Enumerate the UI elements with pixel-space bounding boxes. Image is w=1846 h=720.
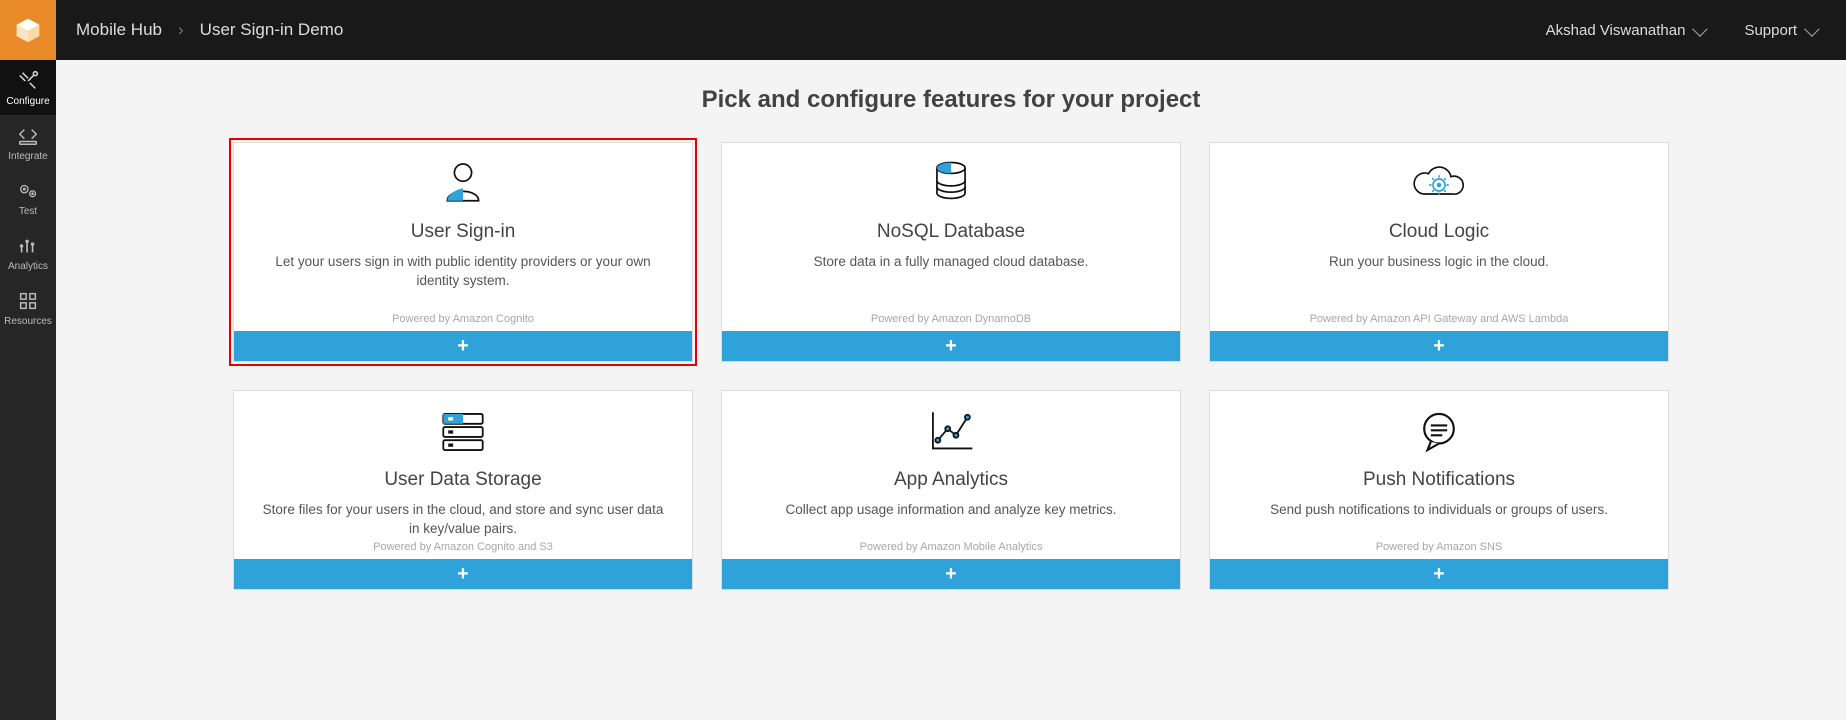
grid-icon — [17, 290, 39, 312]
card-powered-by: Powered by Amazon DynamoDB — [871, 313, 1031, 325]
plus-icon: + — [945, 336, 957, 356]
card-powered-by: Powered by Amazon SNS — [1376, 541, 1503, 553]
chart-icon — [924, 405, 978, 455]
card-add-button[interactable]: + — [1210, 331, 1668, 361]
breadcrumb: Mobile Hub › User Sign-in Demo — [76, 20, 1546, 40]
page-title: Pick and configure features for your pro… — [56, 86, 1846, 114]
card-add-button[interactable]: + — [1210, 559, 1668, 589]
code-icon — [17, 125, 39, 147]
card-description: Store files for your users in the cloud,… — [262, 501, 664, 539]
card-description: Run your business logic in the cloud. — [1329, 253, 1549, 272]
user-name: Akshad Viswanathan — [1546, 22, 1686, 39]
card-body: Cloud Logic Run your business logic in t… — [1210, 143, 1668, 331]
support-label: Support — [1744, 22, 1797, 39]
user-icon — [438, 157, 488, 207]
card-description: Store data in a fully managed cloud data… — [814, 253, 1089, 272]
card-add-button[interactable]: + — [722, 331, 1180, 361]
sidebar-item-label: Configure — [6, 96, 49, 107]
card-nosql-database[interactable]: NoSQL Database Store data in a fully man… — [721, 142, 1181, 362]
card-user-data-storage[interactable]: User Data Storage Store files for your u… — [233, 390, 693, 590]
card-title: Cloud Logic — [1389, 221, 1489, 243]
breadcrumb-separator: › — [178, 20, 184, 40]
card-body: User Data Storage Store files for your u… — [234, 391, 692, 559]
card-add-button[interactable]: + — [234, 559, 692, 589]
card-user-sign-in[interactable]: User Sign-in Let your users sign in with… — [233, 142, 693, 362]
tools-icon — [17, 70, 39, 92]
card-title: User Data Storage — [384, 469, 541, 491]
sidebar-item-analytics[interactable]: Analytics — [0, 225, 56, 280]
plus-icon: + — [1433, 564, 1445, 584]
card-powered-by: Powered by Amazon Mobile Analytics — [860, 541, 1043, 553]
chevron-down-icon — [1804, 21, 1820, 37]
card-powered-by: Powered by Amazon API Gateway and AWS La… — [1310, 313, 1569, 325]
card-title: App Analytics — [894, 469, 1008, 491]
database-icon — [926, 157, 976, 207]
card-powered-by: Powered by Amazon Cognito and S3 — [373, 541, 553, 553]
plus-icon: + — [457, 564, 469, 584]
card-powered-by: Powered by Amazon Cognito — [392, 313, 534, 325]
chevron-down-icon — [1693, 21, 1709, 37]
gears-icon — [17, 180, 39, 202]
storage-icon — [436, 405, 490, 455]
card-body: NoSQL Database Store data in a fully man… — [722, 143, 1180, 331]
cloud-gear-icon — [1409, 157, 1469, 207]
logo-box[interactable] — [0, 0, 56, 60]
support-menu[interactable]: Support — [1744, 22, 1816, 39]
card-app-analytics[interactable]: App Analytics Collect app usage informat… — [721, 390, 1181, 590]
sidebar-item-integrate[interactable]: Integrate — [0, 115, 56, 170]
sidebar-item-test[interactable]: Test — [0, 170, 56, 225]
card-add-button[interactable]: + — [234, 331, 692, 361]
sidebar-item-configure[interactable]: Configure — [0, 60, 56, 115]
card-description: Collect app usage information and analyz… — [786, 501, 1117, 520]
plus-icon: + — [457, 336, 469, 356]
plus-icon: + — [1433, 336, 1445, 356]
bars-icon — [17, 235, 39, 257]
card-body: Push Notifications Send push notificatio… — [1210, 391, 1668, 559]
sidebar-item-label: Analytics — [8, 261, 48, 272]
sidebar-item-resources[interactable]: Resources — [0, 280, 56, 335]
top-bar: Mobile Hub › User Sign-in Demo Akshad Vi… — [0, 0, 1846, 60]
chat-icon — [1412, 405, 1466, 455]
user-menu[interactable]: Akshad Viswanathan — [1546, 22, 1705, 39]
card-cloud-logic[interactable]: Cloud Logic Run your business logic in t… — [1209, 142, 1669, 362]
card-body: User Sign-in Let your users sign in with… — [234, 143, 692, 331]
card-title: User Sign-in — [411, 221, 516, 243]
card-add-button[interactable]: + — [722, 559, 1180, 589]
main-content: Pick and configure features for your pro… — [56, 60, 1846, 720]
sidebar: Configure Integrate Test — [0, 60, 56, 720]
card-title: NoSQL Database — [877, 221, 1025, 243]
sidebar-item-label: Integrate — [8, 151, 47, 162]
breadcrumb-root[interactable]: Mobile Hub — [76, 20, 162, 40]
top-right: Akshad Viswanathan Support — [1546, 22, 1816, 39]
sidebar-item-label: Test — [19, 206, 37, 217]
card-body: App Analytics Collect app usage informat… — [722, 391, 1180, 559]
plus-icon: + — [945, 564, 957, 584]
breadcrumb-current[interactable]: User Sign-in Demo — [200, 20, 344, 40]
feature-cards: User Sign-in Let your users sign in with… — [56, 142, 1846, 590]
sidebar-item-label: Resources — [4, 316, 52, 327]
cube-icon — [14, 16, 42, 44]
card-description: Send push notifications to individuals o… — [1270, 501, 1608, 520]
card-push-notifications[interactable]: Push Notifications Send push notificatio… — [1209, 390, 1669, 590]
card-title: Push Notifications — [1363, 469, 1515, 491]
card-description: Let your users sign in with public ident… — [262, 253, 664, 291]
